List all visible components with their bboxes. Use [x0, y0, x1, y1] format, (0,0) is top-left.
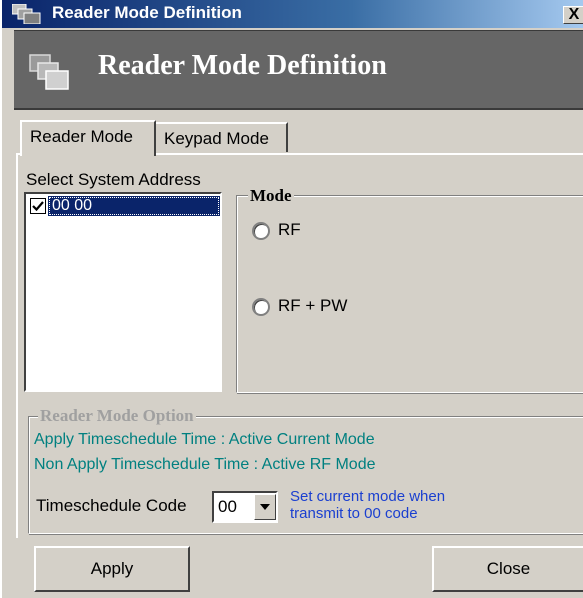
stacked-windows-icon [28, 53, 72, 93]
apply-button[interactable]: Apply [34, 546, 190, 592]
list-item-label: 00 00 [48, 196, 220, 216]
title-close-button[interactable]: X [563, 6, 583, 24]
app-icon [11, 3, 50, 25]
timeschedule-code-select[interactable]: 00 [212, 491, 278, 523]
apply-timeschedule-text: Apply Timeschedule Time : Active Current… [34, 431, 375, 448]
close-icon: X [568, 6, 580, 23]
tab-keypad-mode[interactable]: Keypad Mode [154, 122, 288, 152]
timeschedule-code-value: 00 [218, 497, 237, 516]
chevron-down-icon [260, 504, 270, 510]
rf-radio[interactable] [252, 222, 270, 240]
close-button[interactable]: Close [432, 546, 583, 592]
rf-pw-radio-label[interactable]: RF + PW [278, 296, 347, 316]
check-icon [32, 201, 44, 212]
window-title: Reader Mode Definition [52, 3, 242, 22]
banner-title: Reader Mode Definition [98, 50, 387, 81]
system-address-label: Select System Address [26, 170, 201, 189]
system-address-list[interactable]: 00 00 [24, 192, 222, 392]
rf-pw-radio[interactable] [252, 298, 270, 316]
timeschedule-code-label: Timeschedule Code [36, 496, 187, 515]
mode-legend: Mode [248, 186, 294, 206]
dialog-window: Reader Mode Definition X Reader Mode Def… [0, 0, 583, 598]
hint-line-2: transmit to 00 code [290, 505, 418, 522]
rf-radio-label[interactable]: RF [278, 220, 301, 240]
list-item-checkbox[interactable] [30, 198, 46, 214]
dropdown-button[interactable] [254, 494, 276, 520]
list-item[interactable]: 00 00 [28, 196, 220, 216]
non-apply-timeschedule-text: Non Apply Timeschedule Time : Active RF … [34, 456, 376, 473]
hint-line-1: Set current mode when [290, 488, 446, 505]
tab-reader-mode[interactable]: Reader Mode [20, 120, 156, 156]
reader-mode-option-legend: Reader Mode Option [38, 406, 196, 426]
header-banner: Reader Mode Definition [14, 30, 583, 110]
timeschedule-hint: Set current mode when transmit to 00 cod… [290, 488, 520, 522]
title-bar[interactable]: Reader Mode Definition X [2, 0, 583, 28]
